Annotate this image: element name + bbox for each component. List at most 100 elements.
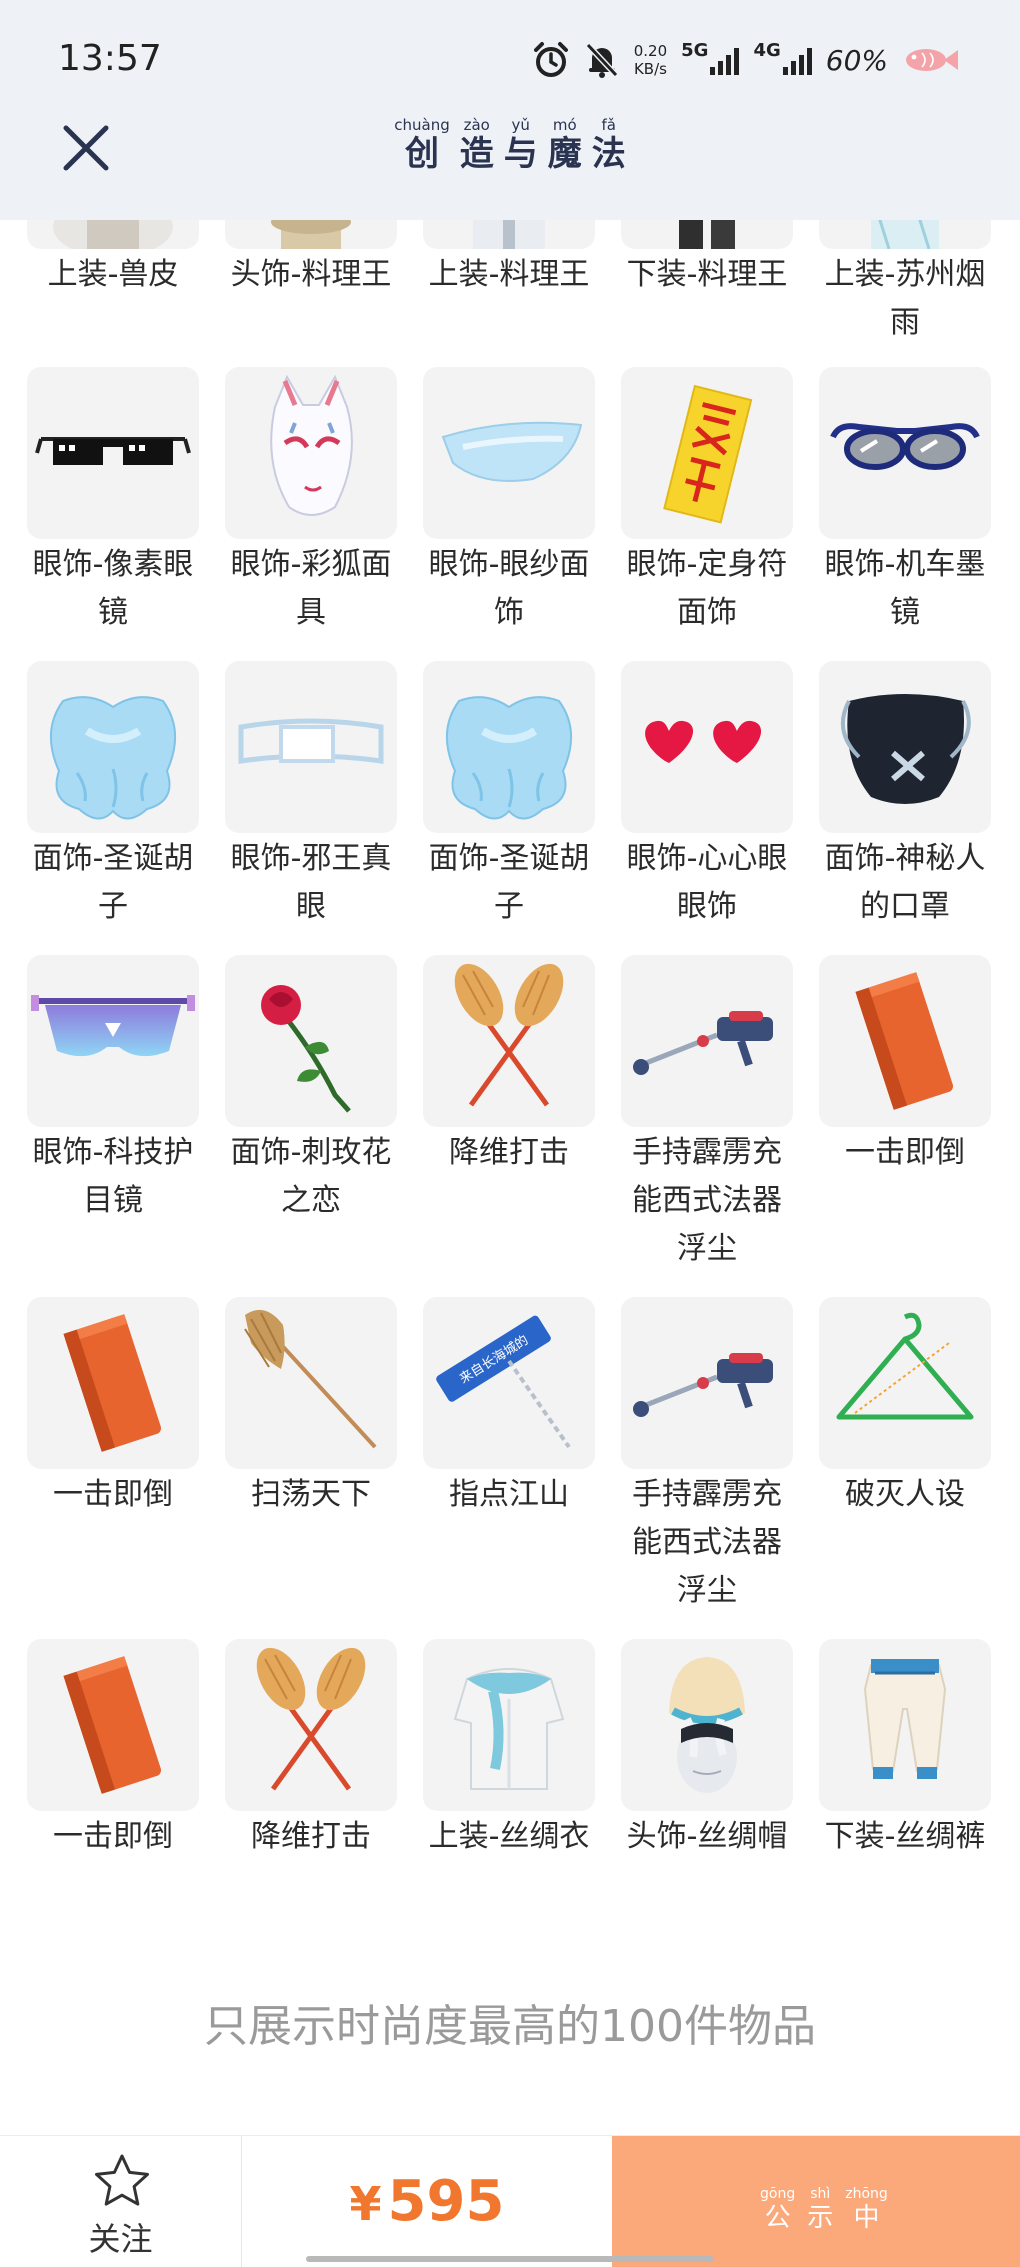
- turban-icon: [669, 1657, 745, 1793]
- item-label: 眼饰-心心眼眼饰: [626, 841, 788, 924]
- heart-eyes-icon: [645, 720, 762, 763]
- item-label: 眼饰-定身符面饰: [626, 547, 788, 630]
- ruby-hanzi: 魔: [547, 134, 582, 174]
- follow-label: 关注: [88, 2220, 153, 2258]
- item-label: 手持霹雳充能西式法器浮尘: [632, 1135, 782, 1266]
- eye-patch-icon: [238, 718, 384, 764]
- ruby-hanzi: 公: [764, 2203, 791, 2233]
- status-bar: 13:57 0.20 KB/s 5G 4G 60%: [0, 0, 1020, 115]
- vacuum-icon: [633, 1353, 773, 1417]
- item-card[interactable]: 眼饰-心心眼眼饰: [608, 661, 806, 931]
- battery-percent: 60%: [825, 43, 888, 77]
- ruby-char: zào 造: [460, 116, 494, 174]
- currency-symbol: ¥: [349, 2177, 382, 2231]
- ruby-pinyin: gōng: [760, 2186, 796, 2202]
- item-thumbnail: [819, 367, 991, 539]
- item-label: 手持霹雳充能西式法器浮尘: [632, 1477, 782, 1608]
- ruby-hanzi: 造: [459, 134, 494, 174]
- broom-icon: [244, 1309, 377, 1449]
- moto-sunglasses-icon: [830, 423, 980, 470]
- item-card[interactable]: 眼饰-机车墨镜: [806, 367, 1004, 637]
- item-card[interactable]: 降维打击: [410, 955, 608, 1177]
- publicity-button[interactable]: gōng 公 shì 示 zhōng 中: [612, 2136, 1020, 2267]
- silk-top-icon: [453, 1668, 565, 1790]
- net-speed: 0.20 KB/s: [634, 42, 667, 78]
- item-card[interactable]: 面饰-圣诞胡子: [14, 661, 212, 931]
- item-thumbnail: [621, 1639, 793, 1811]
- ruby-char: mó 魔: [548, 116, 582, 174]
- item-card[interactable]: 来自长海城的 指点江山: [410, 1297, 608, 1519]
- page-title: chuàng 创 zào 造 yǔ 与 mó 魔 fǎ 法: [0, 115, 1020, 174]
- brick-icon: [63, 1314, 162, 1452]
- item-card[interactable]: 破灭人设: [806, 1297, 1004, 1519]
- item-card[interactable]: 一击即倒: [14, 1297, 212, 1519]
- nav-row: chuàng 创 zào 造 yǔ 与 mó 魔 fǎ 法: [0, 115, 1020, 220]
- signal-5g-label: 5G: [681, 39, 709, 61]
- item-label: 头饰-丝绸帽: [626, 1819, 788, 1854]
- item-card[interactable]: 一击即倒: [14, 1639, 212, 1861]
- item-label: 一击即倒: [53, 1819, 173, 1854]
- item-thumbnail: [225, 955, 397, 1127]
- item-label: 眼饰-机车墨镜: [824, 547, 986, 630]
- crossed-dusters-icon: [256, 1647, 366, 1791]
- item-card[interactable]: 眼饰-彩狐面具: [212, 367, 410, 637]
- item-card[interactable]: 眼饰-像素眼镜: [14, 367, 212, 637]
- item-card[interactable]: 眼饰-邪王真眼: [212, 661, 410, 931]
- ruby-pinyin: fǎ: [601, 116, 616, 134]
- item-card[interactable]: 眼饰-定身符面饰: [608, 367, 806, 637]
- follow-button[interactable]: 关注: [0, 2136, 242, 2267]
- ruby-char: yǔ 与: [504, 116, 538, 174]
- item-card[interactable]: 眼饰-眼纱面饰: [410, 367, 608, 637]
- net-speed-value: 0.20: [633, 42, 668, 60]
- item-label: 下装-丝绸裤: [824, 1819, 986, 1854]
- ruby-pinyin: zào: [463, 116, 490, 134]
- item-card[interactable]: 面饰-圣诞胡子: [410, 661, 608, 931]
- item-label: 扫荡天下: [251, 1477, 371, 1512]
- item-label: 眼饰-彩狐面具: [230, 547, 392, 630]
- item-card[interactable]: 降维打击: [212, 1639, 410, 1861]
- ruby-pinyin: yǔ: [511, 116, 530, 134]
- item-thumbnail: [225, 367, 397, 539]
- item-thumbnail: [621, 661, 793, 833]
- item-thumbnail: [819, 661, 991, 833]
- rose-icon: [261, 985, 351, 1113]
- item-card[interactable]: 头饰-丝绸帽: [608, 1639, 806, 1861]
- eye-veil-icon: [441, 421, 583, 482]
- item-label: 降维打击: [251, 1819, 371, 1854]
- page-title-ruby: chuàng 创 zào 造 yǔ 与 mó 魔 fǎ 法: [394, 116, 625, 174]
- alarm-icon: [532, 41, 570, 79]
- item-label: 一击即倒: [53, 1477, 173, 1512]
- item-card[interactable]: 面饰-神秘人的口罩: [806, 661, 1004, 931]
- brick-icon: [63, 1656, 162, 1794]
- santa-beard-icon: [49, 696, 177, 820]
- ruby-hanzi: 法: [591, 134, 626, 174]
- ruby-pinyin: shì: [810, 2186, 831, 2202]
- item-card[interactable]: 扫荡天下: [212, 1297, 410, 1519]
- mute-bell-icon: [584, 41, 620, 79]
- price-display: ¥595: [242, 2136, 612, 2267]
- item-card[interactable]: 手持霹雳充能西式法器浮尘: [608, 955, 806, 1273]
- item-thumbnail: [27, 367, 199, 539]
- ruby-pinyin: mó: [552, 116, 577, 134]
- ruby-hanzi: 示: [807, 2203, 834, 2233]
- item-card[interactable]: 一击即倒: [806, 955, 1004, 1177]
- item-label: 眼饰-邪王真眼: [230, 841, 392, 924]
- status-icons: 0.20 KB/s 5G 4G 60%: [532, 32, 960, 88]
- ruby-char: zhōng 中: [845, 2186, 888, 2234]
- ruby-hanzi: 中: [853, 2203, 880, 2233]
- item-label: 上装-料理王: [428, 257, 590, 292]
- item-card[interactable]: 面饰-刺玫花之恋: [212, 955, 410, 1225]
- pixel-glasses-icon: [35, 437, 191, 465]
- item-card[interactable]: 眼饰-科技护目镜: [14, 955, 212, 1225]
- item-card[interactable]: 手持霹雳充能西式法器浮尘: [608, 1297, 806, 1615]
- item-card[interactable]: 下装-丝绸裤: [806, 1639, 1004, 1861]
- item-thumbnail: [27, 1297, 199, 1469]
- item-label: 下装-料理王: [626, 257, 788, 292]
- item-card[interactable]: 上装-丝绸衣: [410, 1639, 608, 1861]
- crossed-dusters-icon: [454, 963, 564, 1107]
- item-label: 指点江山: [449, 1477, 569, 1512]
- home-indicator[interactable]: [306, 2256, 714, 2262]
- fox-mask-icon: [270, 374, 353, 516]
- item-thumbnail: [225, 661, 397, 833]
- ruby-char: shì 示: [807, 2186, 833, 2234]
